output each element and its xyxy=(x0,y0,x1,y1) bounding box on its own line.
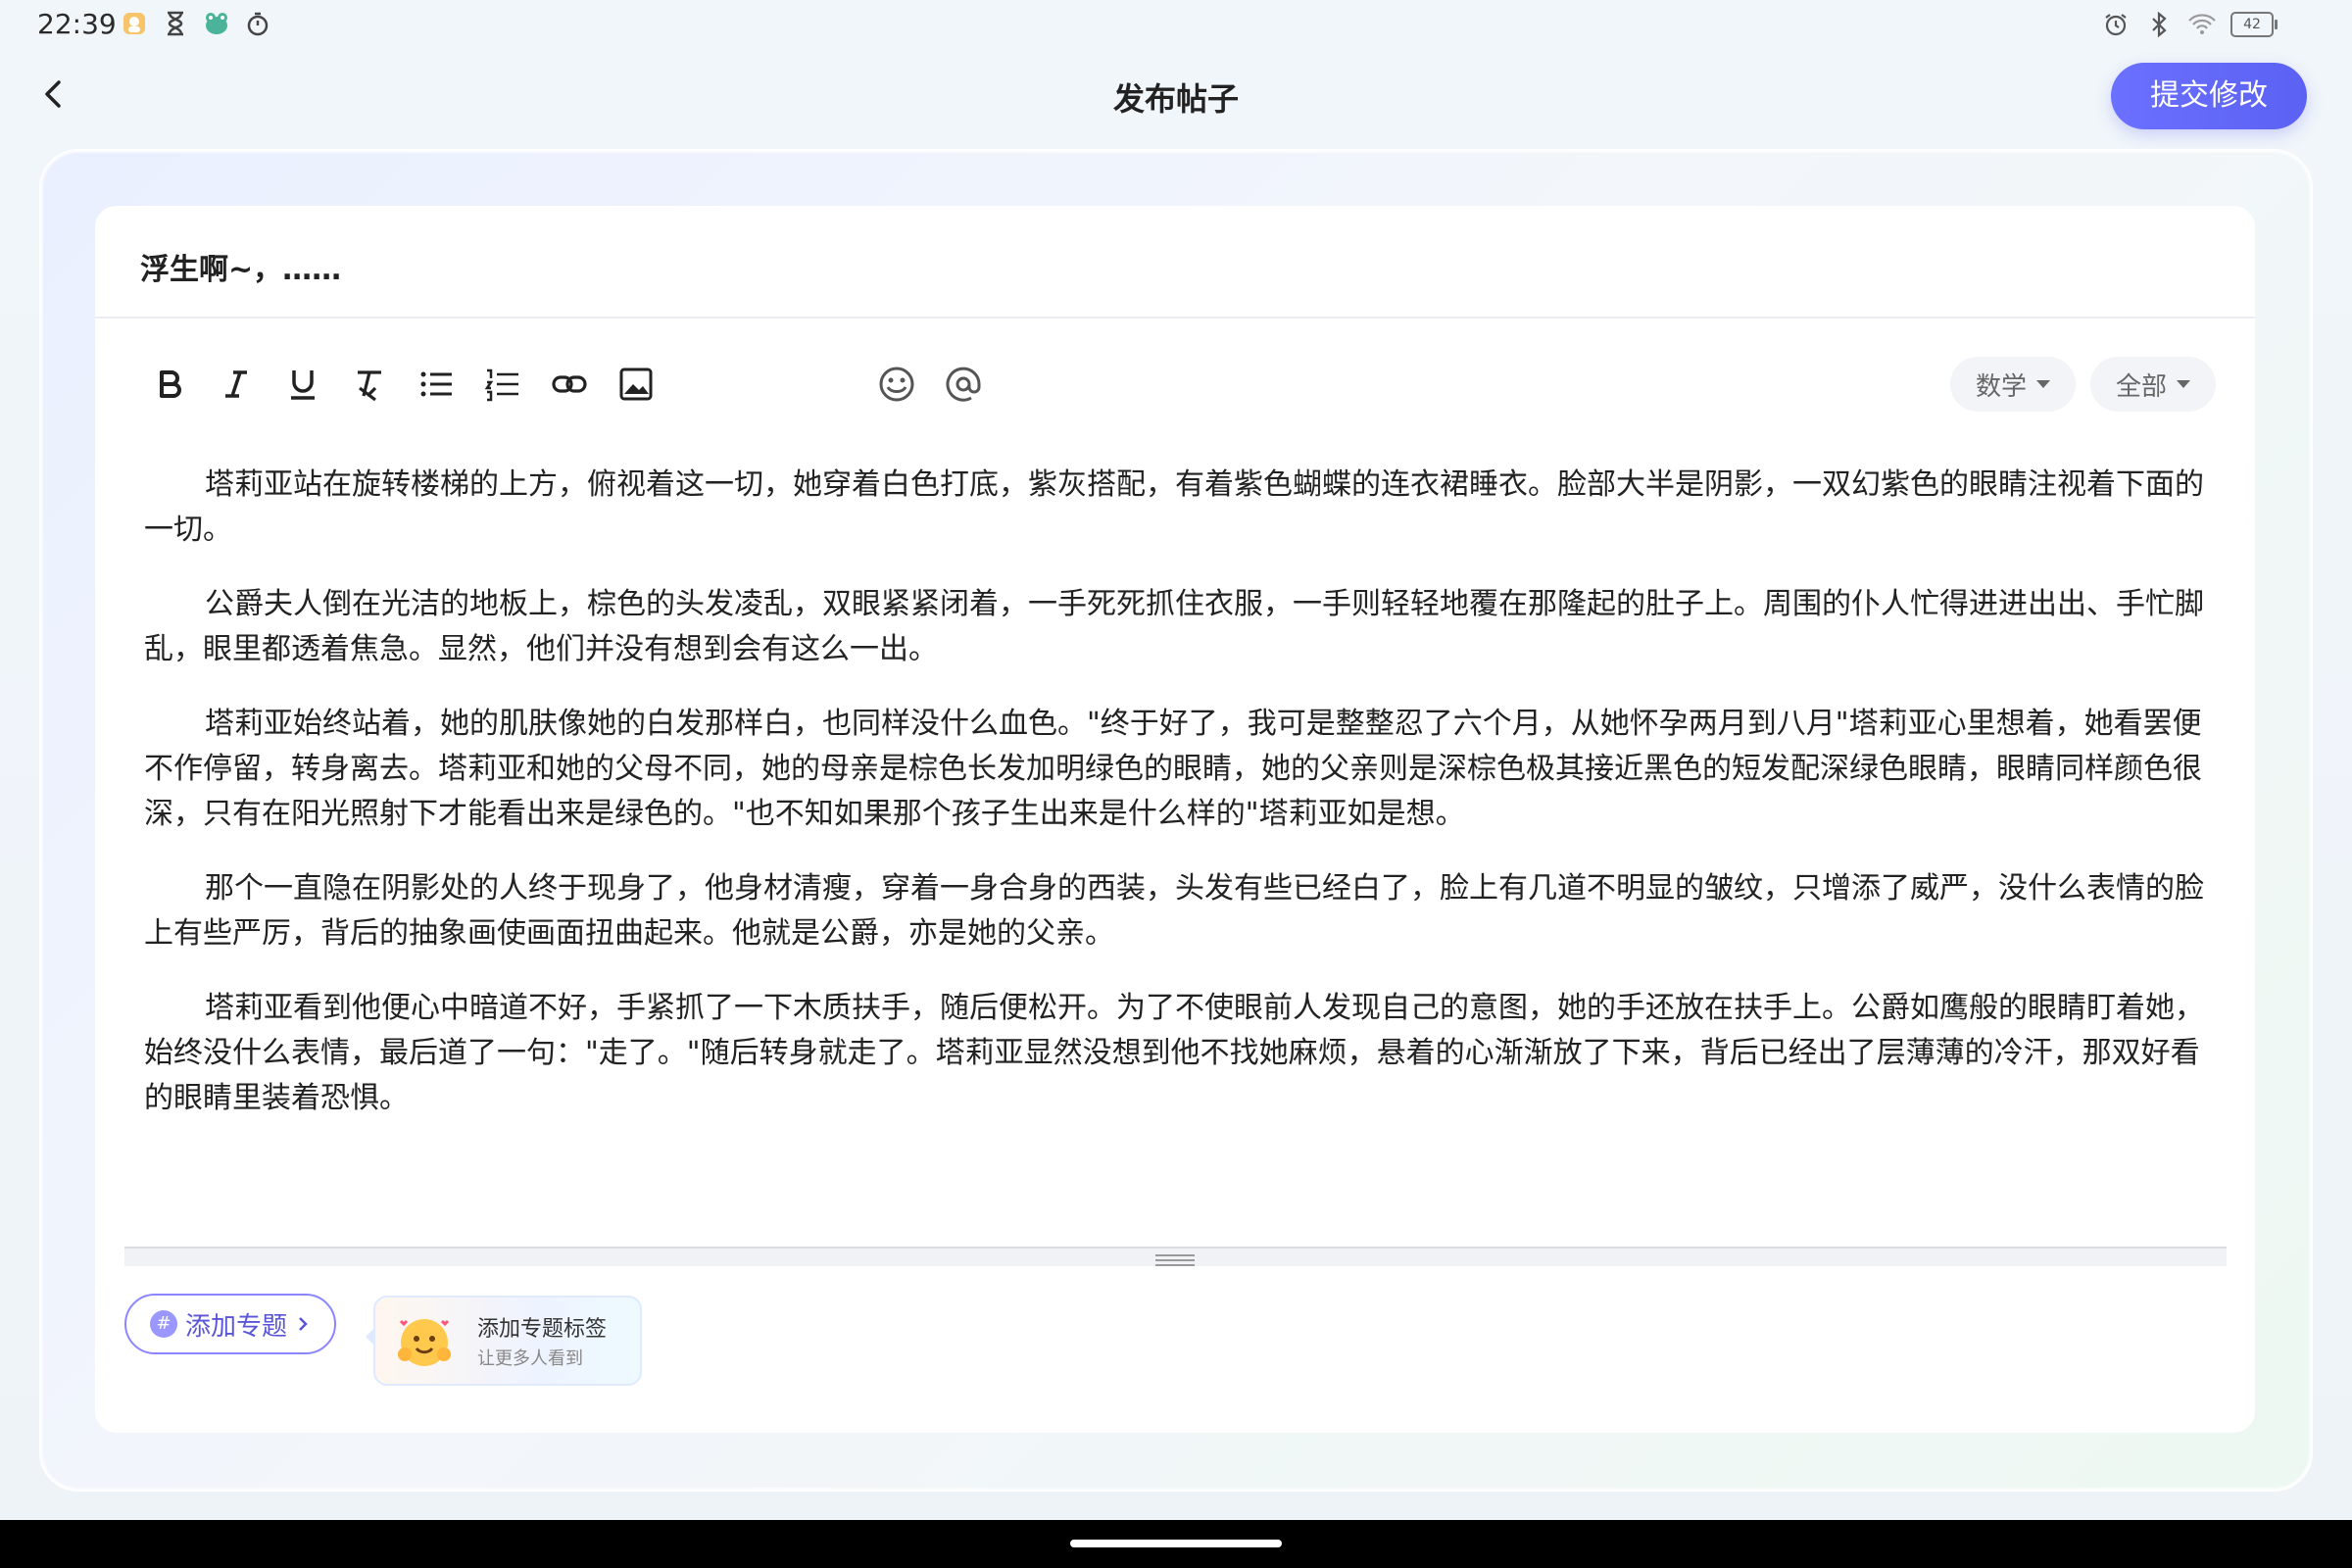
post-title-input[interactable]: 浮生啊~，…… xyxy=(140,245,341,288)
body-paragraph: 公爵夫人倒在光洁的地板上，棕色的头发凌乱，双眼紧紧闭着，一手死死抓住衣服，一手则… xyxy=(144,587,2204,666)
wifi-icon xyxy=(2187,10,2217,39)
submit-changes-button[interactable]: 提交修改 xyxy=(2111,63,2307,129)
category-dropdown[interactable]: 数学 xyxy=(1950,357,2076,412)
bold-button[interactable] xyxy=(144,359,195,410)
image-icon xyxy=(619,368,653,401)
italic-icon xyxy=(225,370,247,398)
italic-button[interactable] xyxy=(211,359,262,410)
status-time: 22:39 xyxy=(37,8,117,40)
add-topic-label: 添加专题 xyxy=(184,1311,287,1342)
status-left-icons xyxy=(120,9,272,38)
frog-icon xyxy=(202,9,231,38)
numbered-list-button[interactable] xyxy=(477,359,528,410)
body-paragraph: 塔莉亚看到他便心中暗道不好，手紧抓了一下木质扶手，随后便松开。为了不使眼前人发现… xyxy=(144,991,2204,1115)
mention-icon xyxy=(946,367,981,402)
grip-icon xyxy=(1155,1254,1195,1266)
hashtag-icon: # xyxy=(149,1310,177,1338)
hugging-emoji-icon xyxy=(398,1319,451,1366)
title-divider xyxy=(95,317,2255,318)
battery-icon: 42 xyxy=(2230,12,2278,37)
page-title: 发布帖子 xyxy=(1112,80,1239,118)
tag-tip-subtitle: 让更多人看到 xyxy=(477,1348,583,1369)
clear-format-button[interactable] xyxy=(344,359,395,410)
scope-dropdown[interactable]: 全部 xyxy=(2090,357,2216,412)
add-topic-button[interactable]: # 添加专题 xyxy=(124,1294,336,1354)
alarm-icon xyxy=(2101,10,2131,39)
numbered-list-icon xyxy=(484,368,518,402)
editor-card: 浮生啊~，…… 数学 全部 塔莉亚站在旋转楼梯的上方，俯视着这一切，她穿着白色打… xyxy=(95,206,2255,1433)
link-button[interactable] xyxy=(544,359,595,410)
clear-format-icon xyxy=(358,370,381,402)
status-right-icons: 42 xyxy=(2101,10,2278,39)
mention-button[interactable] xyxy=(938,359,989,410)
body-paragraph: 那个一直隐在阴影处的人终于现身了，他身材清瘦，穿着一身合身的西装，头发有些已经白… xyxy=(144,871,2204,951)
status-bar: 22:39 42 xyxy=(0,0,2352,49)
emoji-button[interactable] xyxy=(871,359,922,410)
underline-icon xyxy=(291,370,315,400)
chevron-right-icon xyxy=(299,1317,308,1331)
link-icon xyxy=(552,375,587,393)
bullet-list-icon xyxy=(420,371,452,397)
timer-icon xyxy=(243,9,272,38)
system-nav-bar xyxy=(0,1520,2352,1568)
bluetooth-icon xyxy=(2144,10,2174,39)
chevron-down-icon xyxy=(2177,380,2190,388)
add-topic-tag-tip[interactable]: 添加专题标签 让更多人看到 xyxy=(366,1296,642,1386)
body-paragraph: 塔莉亚始终站着，她的肌肤像她的白发那样白，也同样没什么血色。"终于好了，我可是整… xyxy=(144,707,2202,831)
bullet-list-button[interactable] xyxy=(411,359,462,410)
home-indicator[interactable] xyxy=(1070,1540,1282,1547)
bold-icon xyxy=(160,370,181,398)
scope-dropdown-label: 全部 xyxy=(2115,371,2167,402)
tag-tip-title: 添加专题标签 xyxy=(477,1317,608,1342)
body-paragraph: 塔莉亚站在旋转楼梯的上方，俯视着这一切，她穿着白色打底，紫灰搭配，有着紫色蝴蝶的… xyxy=(144,467,2204,547)
app-notification-icon xyxy=(120,9,149,38)
chevron-down-icon xyxy=(2036,380,2050,388)
category-dropdown-label: 数学 xyxy=(1975,371,2027,402)
emoji-icon xyxy=(879,367,914,402)
underline-button[interactable] xyxy=(277,359,328,410)
hourglass-icon xyxy=(161,9,190,38)
editor-resize-handle[interactable] xyxy=(124,1247,2227,1266)
insert-image-button[interactable] xyxy=(611,359,662,410)
post-body-editor[interactable]: 塔莉亚站在旋转楼梯的上方，俯视着这一切，她穿着白色打底，紫灰搭配，有着紫色蝴蝶的… xyxy=(144,463,2207,1151)
